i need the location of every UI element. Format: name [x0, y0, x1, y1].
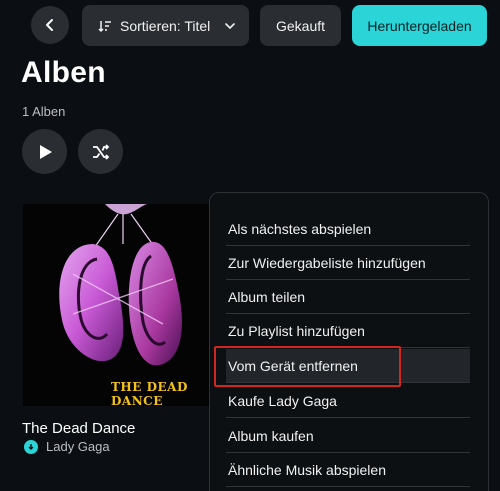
menu-item-buy-artist[interactable]: Kaufe Lady Gaga [226, 384, 470, 418]
menu-item-buy-album[interactable]: Album kaufen [226, 419, 470, 453]
shuffle-icon [92, 143, 109, 160]
album-art-text: THE DEAD DANCE [111, 380, 188, 406]
album-cover[interactable]: THE DEAD DANCE [23, 204, 223, 406]
download-badge-icon [24, 440, 38, 454]
sort-icon [98, 20, 111, 32]
sort-label: Sortieren: Titel [120, 17, 211, 34]
downloaded-filter-button[interactable]: Heruntergeladen [352, 5, 487, 46]
menu-item-add-to-queue[interactable]: Zur Wiedergabeliste hinzufügen [226, 246, 470, 280]
menu-item-add-to-playlist[interactable]: Zu Playlist hinzufügen [226, 314, 470, 348]
albums-page: Sortieren: Titel Gekauft Heruntergeladen… [0, 0, 500, 491]
chevron-down-icon [225, 22, 236, 29]
shuffle-button[interactable] [78, 129, 123, 174]
album-cover-art [23, 204, 223, 406]
album-count: 1 Alben [22, 104, 66, 119]
chevron-left-icon [46, 19, 53, 31]
album-title[interactable]: The Dead Dance [22, 420, 135, 437]
page-title: Alben [21, 56, 106, 89]
play-button[interactable] [22, 129, 67, 174]
menu-item-play-similar[interactable]: Ähnliche Musik abspielen [226, 453, 470, 487]
highlight-annotation [214, 346, 401, 387]
context-menu: Als nächstes abspielen Zur Wiedergabelis… [209, 192, 489, 491]
back-button[interactable] [31, 6, 69, 44]
menu-item-share-album[interactable]: Album teilen [226, 280, 470, 314]
menu-item-play-next[interactable]: Als nächstes abspielen [226, 212, 470, 246]
album-artist[interactable]: Lady Gaga [46, 439, 110, 454]
purchased-filter-button[interactable]: Gekauft [260, 5, 341, 46]
sort-button[interactable]: Sortieren: Titel [82, 5, 249, 46]
play-icon [39, 144, 52, 159]
